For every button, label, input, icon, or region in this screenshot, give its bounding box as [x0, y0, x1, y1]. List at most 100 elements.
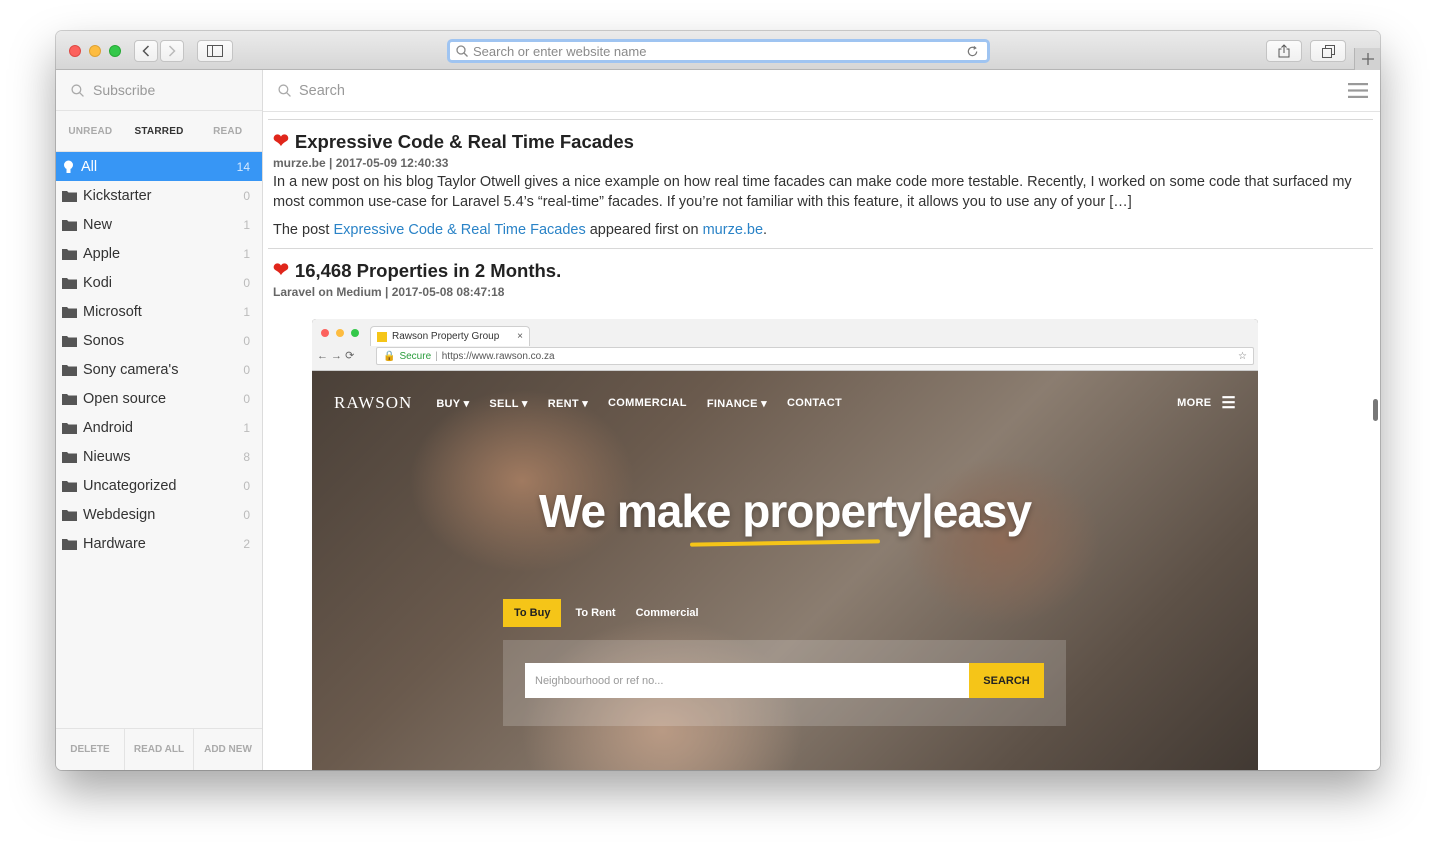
- site-link[interactable]: murze.be: [703, 222, 763, 238]
- delete-button[interactable]: DELETE: [56, 729, 125, 770]
- folder-count: 8: [243, 449, 250, 464]
- chrome-nav-icons: ← → ⟳: [317, 350, 355, 362]
- close-window-button[interactable]: [69, 45, 81, 57]
- folder-item[interactable]: Webdesign 0: [56, 500, 262, 529]
- folder-item[interactable]: Nieuws 8: [56, 442, 262, 471]
- filter-tabs: UNREAD STARRED READ: [56, 110, 262, 152]
- forward-button[interactable]: [160, 40, 184, 62]
- folder-item[interactable]: Uncategorized 0: [56, 471, 262, 500]
- folder-name: Apple: [83, 245, 121, 262]
- subscribe-field[interactable]: Subscribe: [56, 70, 262, 110]
- folder-count: 0: [243, 478, 250, 493]
- folder-icon: [62, 219, 77, 231]
- folder-item[interactable]: Sonos 0: [56, 326, 262, 355]
- folder-count: 0: [243, 507, 250, 522]
- folder-count: 0: [243, 362, 250, 377]
- folder-list: All 14 Kickstarter 0 New 1 Apple 1 Kodi 0 Mi…: [56, 152, 262, 558]
- chrome-tab-title: Rawson Property Group: [392, 331, 500, 342]
- rawson-nav: RAWSON BUY ▾ SELL ▾ RENT ▾ COMMERCIAL FI…: [334, 393, 1236, 413]
- back-button[interactable]: [134, 40, 158, 62]
- chrome-url-bar: 🔒 Secure | https://www.rawson.co.za ☆: [376, 347, 1254, 365]
- tab-unread[interactable]: UNREAD: [56, 111, 125, 151]
- folder-icon: [62, 480, 77, 492]
- folder-icon: [62, 190, 77, 202]
- hero-tabs: To Buy To Rent Commercial: [503, 599, 705, 627]
- article-item[interactable]: ❤ 16,468 Properties in 2 Months. Laravel…: [268, 249, 1373, 300]
- share-button[interactable]: [1266, 40, 1302, 62]
- hero-search-button: SEARCH: [969, 663, 1044, 698]
- folder-item[interactable]: Kodi 0: [56, 268, 262, 297]
- nav-rent: RENT ▾: [547, 397, 589, 410]
- folder-count: 0: [243, 275, 250, 290]
- folder-name: Webdesign: [83, 506, 156, 523]
- post-end: .: [763, 222, 768, 238]
- rawson-hero: RAWSON BUY ▾ SELL ▾ RENT ▾ COMMERCIAL FI…: [312, 371, 1258, 770]
- folder-name: Kodi: [83, 274, 113, 291]
- browser-window: Subscribe UNREAD STARRED READ All 14 Kic…: [56, 31, 1380, 770]
- chevron-left-icon: [142, 45, 150, 57]
- article-pane: Search ❤ Expressive Code & Real Time Fac…: [263, 70, 1380, 770]
- tab-read[interactable]: READ: [193, 111, 262, 151]
- post-mid: appeared first on: [585, 222, 703, 238]
- folder-item[interactable]: New 1: [56, 210, 262, 239]
- address-input[interactable]: [473, 43, 966, 59]
- folder-count: 0: [243, 188, 250, 203]
- close-tab-icon: ×: [517, 331, 523, 342]
- folder-item[interactable]: Microsoft 1: [56, 297, 262, 326]
- scrollbar-thumb[interactable]: [1373, 399, 1378, 421]
- sidebar-icon: [207, 45, 223, 57]
- folder-item[interactable]: Apple 1: [56, 239, 262, 268]
- article-search-bar: Search: [263, 70, 1380, 112]
- lock-icon: 🔒: [383, 350, 396, 362]
- article-item[interactable]: ❤ Expressive Code & Real Time Facades mu…: [268, 120, 1373, 239]
- headline-underline: [689, 539, 881, 547]
- folder-icon: [62, 364, 77, 376]
- article-title[interactable]: ❤ 16,468 Properties in 2 Months.: [273, 259, 1373, 282]
- new-tab-button[interactable]: [1354, 48, 1380, 70]
- nav-buy: BUY ▾: [436, 397, 470, 410]
- zoom-window-button[interactable]: [109, 45, 121, 57]
- nav-contact: CONTACT: [787, 397, 843, 409]
- folder-item[interactable]: Hardware 2: [56, 529, 262, 558]
- folder-icon: [62, 277, 77, 289]
- article-image: Rawson Property Group × ← → ⟳ 🔒 Secure |…: [312, 319, 1258, 770]
- folder-item[interactable]: Kickstarter 0: [56, 181, 262, 210]
- folder-item[interactable]: Open source 0: [56, 384, 262, 413]
- chevron-right-icon: [168, 45, 176, 57]
- nav-more: MORE: [1177, 397, 1212, 409]
- url-text: https://www.rawson.co.za: [441, 350, 555, 362]
- search-icon: [278, 84, 291, 97]
- reload-icon[interactable]: [966, 45, 979, 58]
- folder-item[interactable]: Android 1: [56, 413, 262, 442]
- sidebar-toggle-button[interactable]: [197, 40, 233, 62]
- rawson-logo: RAWSON: [334, 393, 413, 412]
- tabs-overview-button[interactable]: [1310, 40, 1346, 62]
- folder-item[interactable]: Sony camera's 0: [56, 355, 262, 384]
- heart-icon[interactable]: ❤: [273, 130, 289, 153]
- post-link[interactable]: Expressive Code & Real Time Facades: [333, 222, 585, 238]
- tabs-icon: [1321, 44, 1335, 58]
- heart-icon[interactable]: ❤: [273, 259, 289, 282]
- article-footer: The post Expressive Code & Real Time Fac…: [273, 222, 1373, 238]
- post-prefix: The post: [273, 222, 334, 238]
- folder-item-all[interactable]: All 14: [56, 152, 262, 181]
- article-title[interactable]: ❤ Expressive Code & Real Time Facades: [273, 130, 1373, 153]
- add-new-button[interactable]: ADD NEW: [194, 729, 262, 770]
- read-all-button[interactable]: READ ALL: [125, 729, 194, 770]
- search-input[interactable]: Search: [299, 83, 1348, 99]
- hamburger-menu-icon[interactable]: [1348, 83, 1368, 98]
- chrome-tab: Rawson Property Group ×: [370, 326, 530, 346]
- nav-sell: SELL ▾: [489, 397, 528, 410]
- tab-starred[interactable]: STARRED: [125, 111, 194, 151]
- folder-name: All: [81, 158, 98, 175]
- sidebar: Subscribe UNREAD STARRED READ All 14 Kic…: [56, 70, 263, 770]
- folder-name: Nieuws: [83, 448, 131, 465]
- nav-commercial: COMMERCIAL: [608, 397, 687, 409]
- minimize-window-button[interactable]: [89, 45, 101, 57]
- hero-tab-commercial: Commercial: [635, 607, 699, 619]
- folder-name: Hardware: [83, 535, 146, 552]
- star-icon: ☆: [1238, 350, 1247, 362]
- folder-icon: [62, 306, 77, 318]
- address-bar[interactable]: [447, 39, 990, 63]
- share-icon: [1278, 44, 1290, 58]
